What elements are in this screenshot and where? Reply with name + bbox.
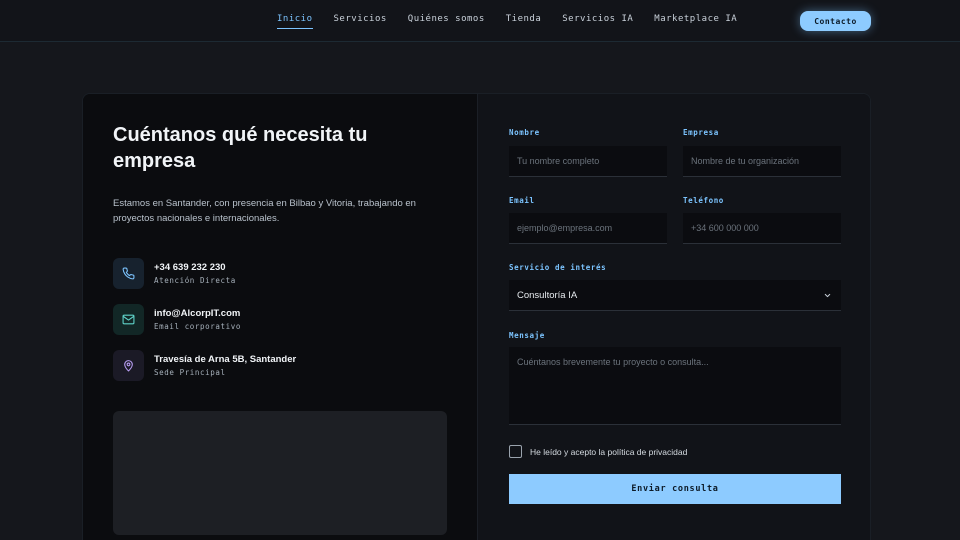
- nav-link-inicio[interactable]: Inicio: [277, 14, 313, 29]
- message-textarea[interactable]: Cuéntanos brevemente tu proyecto o consu…: [509, 347, 841, 425]
- name-label: Nombre: [509, 128, 540, 137]
- nav-link-servicios[interactable]: Servicios: [334, 14, 387, 24]
- privacy-checkbox[interactable]: [509, 445, 522, 458]
- phone-caption: Atención Directa: [154, 276, 236, 285]
- top-navbar: Inicio Servicios Quiénes somos Tienda Se…: [0, 0, 960, 42]
- nav-link-marketplace-ia[interactable]: Marketplace IA: [654, 14, 737, 24]
- nav-link-servicios-ia[interactable]: Servicios IA: [562, 14, 633, 24]
- email-address[interactable]: info@AlcorpIT.com: [154, 308, 241, 319]
- phone-icon: [113, 258, 144, 289]
- company-label: Empresa: [683, 128, 719, 137]
- contact-info-panel: Cuéntanos qué necesita tu empresa Estamo…: [83, 94, 477, 540]
- email-label: Email: [509, 196, 535, 205]
- address-caption: Sede Principal: [154, 368, 226, 377]
- nav-links: Inicio Servicios Quiénes somos Tienda Se…: [277, 14, 758, 29]
- contact-button[interactable]: Contacto: [800, 11, 871, 31]
- contact-description: Estamos en Santander, con presencia en B…: [113, 198, 416, 224]
- service-selected-value: Consultoría IA: [517, 289, 578, 301]
- map-placeholder: [113, 411, 447, 535]
- contact-heading: Cuéntanos qué necesita tu empresa: [113, 124, 368, 172]
- name-input[interactable]: Tu nombre completo: [509, 146, 667, 177]
- message-label: Mensaje: [509, 331, 545, 340]
- mail-icon: [113, 304, 144, 335]
- service-label: Servicio de interés: [509, 263, 607, 272]
- contact-card: Cuéntanos qué necesita tu empresa Estamo…: [82, 93, 871, 540]
- company-input[interactable]: Nombre de tu organización: [683, 146, 841, 177]
- privacy-label[interactable]: He leído y acepto la política de privaci…: [530, 447, 687, 457]
- service-select[interactable]: Consultoría IA: [509, 280, 841, 311]
- contact-form: Nombre Tu nombre completo Empresa Nombre…: [477, 94, 870, 540]
- email-caption: Email corporativo: [154, 322, 241, 331]
- map-pin-icon: [113, 350, 144, 381]
- email-input[interactable]: ejemplo@empresa.com: [509, 213, 667, 244]
- phone-input[interactable]: +34 600 000 000: [683, 213, 841, 244]
- contact-item-email: info@AlcorpIT.com Email corporativo: [113, 304, 241, 335]
- contact-item-phone: +34 639 232 230 Atención Directa: [113, 258, 236, 289]
- phone-label: Teléfono: [683, 196, 724, 205]
- nav-link-tienda[interactable]: Tienda: [506, 14, 542, 24]
- nav-link-quienes-somos[interactable]: Quiénes somos: [408, 14, 485, 24]
- chevron-down-icon: [824, 293, 831, 298]
- contact-item-address: Travesía de Arna 5B, Santander Sede Prin…: [113, 350, 296, 381]
- address: Travesía de Arna 5B, Santander: [154, 354, 297, 365]
- submit-button[interactable]: Enviar consulta: [509, 474, 841, 504]
- phone-number[interactable]: +34 639 232 230: [154, 262, 236, 273]
